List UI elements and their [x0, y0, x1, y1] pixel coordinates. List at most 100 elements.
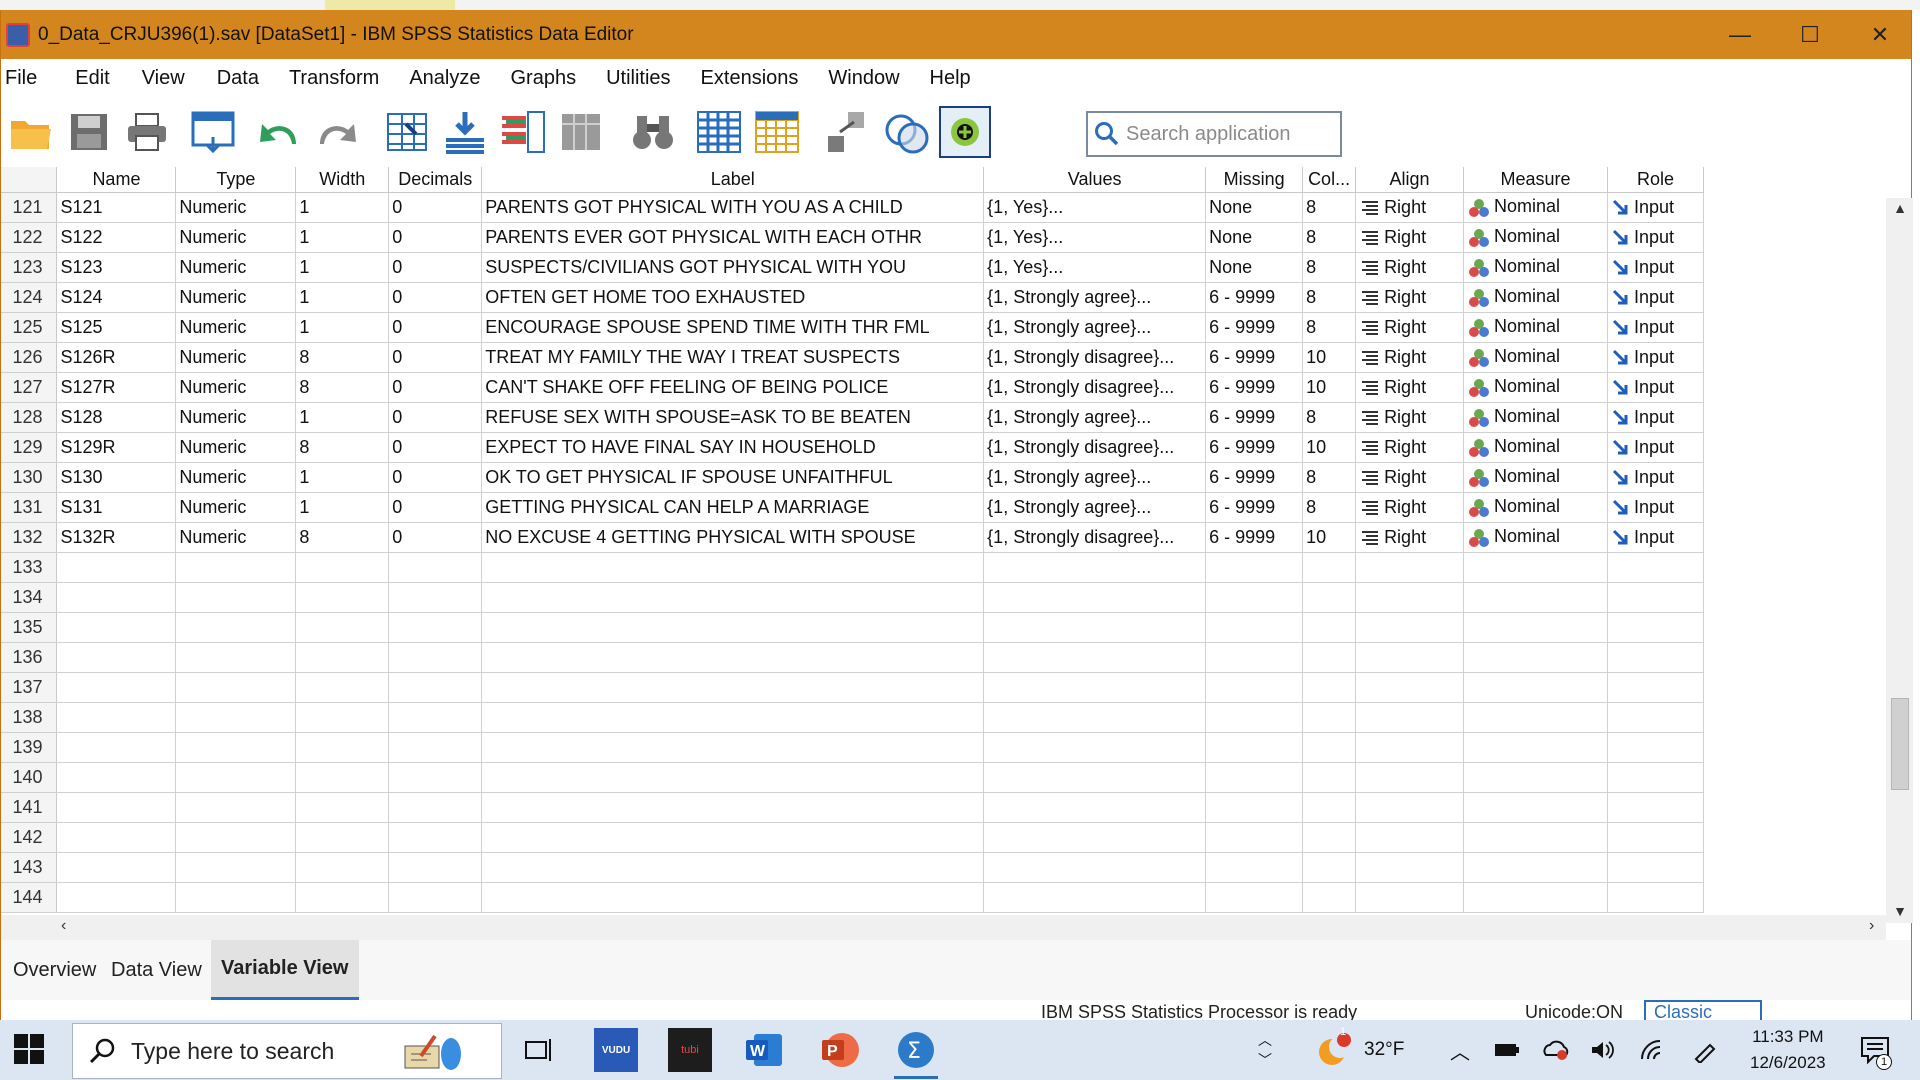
var-type-cell[interactable]: Numeric: [175, 492, 297, 523]
empty-cell[interactable]: [983, 852, 1207, 883]
var-role-cell[interactable]: Input: [1607, 192, 1704, 223]
var-measure-cell[interactable]: Nominal: [1463, 492, 1608, 523]
var-type-cell[interactable]: Numeric: [175, 192, 297, 223]
var-values-cell[interactable]: {1, Strongly agree}...: [983, 312, 1207, 343]
empty-cell[interactable]: [983, 762, 1207, 793]
variables-icon[interactable]: [497, 106, 549, 158]
var-columns-cell[interactable]: 10: [1302, 342, 1357, 373]
word-icon[interactable]: W: [742, 1028, 786, 1072]
empty-cell[interactable]: [175, 702, 297, 733]
menu-help[interactable]: Help: [928, 67, 971, 90]
scroll-down-arrow-icon[interactable]: ▼: [1892, 903, 1908, 919]
empty-cell[interactable]: [481, 582, 985, 613]
empty-cell[interactable]: [175, 612, 297, 643]
empty-cell[interactable]: [1205, 612, 1304, 643]
row-number[interactable]: 121: [1, 192, 58, 223]
empty-cell[interactable]: [388, 672, 483, 703]
empty-cell[interactable]: [1302, 552, 1357, 583]
var-missing-cell[interactable]: 6 - 9999: [1205, 342, 1304, 373]
empty-cell[interactable]: [1302, 792, 1357, 823]
empty-cell[interactable]: [1355, 852, 1465, 883]
empty-cell[interactable]: [1355, 822, 1465, 853]
battery-icon[interactable]: [1494, 1020, 1520, 1080]
scroll-right-arrow-icon[interactable]: ›: [1869, 917, 1874, 935]
empty-cell[interactable]: [983, 732, 1207, 763]
row-number[interactable]: 138: [1, 702, 58, 733]
var-label-cell[interactable]: GETTING PHYSICAL CAN HELP A MARRIAGE: [481, 492, 985, 523]
empty-cell[interactable]: [175, 822, 297, 853]
var-width-cell[interactable]: 1: [295, 252, 390, 283]
var-name-cell[interactable]: S127R: [56, 372, 177, 403]
var-measure-cell[interactable]: Nominal: [1463, 222, 1608, 253]
vudu-icon[interactable]: VUDU: [594, 1028, 638, 1072]
var-missing-cell[interactable]: 6 - 9999: [1205, 522, 1304, 553]
var-width-cell[interactable]: 1: [295, 222, 390, 253]
var-align-cell[interactable]: Right: [1355, 372, 1465, 403]
row-number[interactable]: 136: [1, 642, 58, 673]
var-measure-cell[interactable]: Nominal: [1463, 342, 1608, 373]
var-measure-cell[interactable]: Nominal: [1463, 372, 1608, 403]
empty-cell[interactable]: [295, 852, 390, 883]
empty-cell[interactable]: [295, 762, 390, 793]
var-values-cell[interactable]: {1, Strongly disagree}...: [983, 342, 1207, 373]
empty-cell[interactable]: [1302, 762, 1357, 793]
corner-cell[interactable]: [1, 167, 58, 193]
var-label-cell[interactable]: NO EXCUSE 4 GETTING PHYSICAL WITH SPOUSE: [481, 522, 985, 553]
var-decimals-cell[interactable]: 0: [388, 372, 483, 403]
empty-cell[interactable]: [1607, 702, 1704, 733]
menu-extensions[interactable]: Extensions: [699, 67, 799, 90]
empty-cell[interactable]: [983, 582, 1207, 613]
empty-cell[interactable]: [388, 882, 483, 913]
empty-cell[interactable]: [481, 822, 985, 853]
empty-cell[interactable]: [1355, 702, 1465, 733]
var-width-cell[interactable]: 1: [295, 462, 390, 493]
var-decimals-cell[interactable]: 0: [388, 222, 483, 253]
empty-cell[interactable]: [56, 552, 177, 583]
windows-start-icon[interactable]: [14, 1034, 46, 1066]
menu-edit[interactable]: Edit: [73, 67, 109, 90]
empty-cell[interactable]: [1355, 642, 1465, 673]
empty-cell[interactable]: [481, 852, 985, 883]
var-width-cell[interactable]: 8: [295, 432, 390, 463]
empty-cell[interactable]: [388, 552, 483, 583]
empty-cell[interactable]: [1607, 822, 1704, 853]
var-columns-cell[interactable]: 8: [1302, 282, 1357, 313]
col-header-label[interactable]: Label: [481, 167, 985, 193]
empty-cell[interactable]: [1463, 792, 1608, 823]
show-hidden-icons-icon[interactable]: ︿: [1450, 1020, 1470, 1080]
empty-cell[interactable]: [56, 642, 177, 673]
var-decimals-cell[interactable]: 0: [388, 462, 483, 493]
empty-cell[interactable]: [1355, 792, 1465, 823]
var-role-cell[interactable]: Input: [1607, 492, 1704, 523]
var-label-cell[interactable]: OK TO GET PHYSICAL IF SPOUSE UNFAITHFUL: [481, 462, 985, 493]
wifi-icon[interactable]: [1640, 1020, 1666, 1080]
row-number[interactable]: 129: [1, 432, 58, 463]
empty-cell[interactable]: [481, 882, 985, 913]
var-name-cell[interactable]: S129R: [56, 432, 177, 463]
var-measure-cell[interactable]: Nominal: [1463, 192, 1608, 223]
row-number[interactable]: 140: [1, 762, 58, 793]
empty-cell[interactable]: [388, 612, 483, 643]
var-width-cell[interactable]: 1: [295, 282, 390, 313]
var-values-cell[interactable]: {1, Strongly agree}...: [983, 462, 1207, 493]
empty-cell[interactable]: [175, 732, 297, 763]
col-header-type[interactable]: Type: [175, 167, 297, 193]
empty-cell[interactable]: [295, 672, 390, 703]
empty-cell[interactable]: [1607, 552, 1704, 583]
var-label-cell[interactable]: EXPECT TO HAVE FINAL SAY IN HOUSEHOLD: [481, 432, 985, 463]
empty-cell[interactable]: [175, 582, 297, 613]
empty-cell[interactable]: [1355, 582, 1465, 613]
var-measure-cell[interactable]: Nominal: [1463, 312, 1608, 343]
var-columns-cell[interactable]: 8: [1302, 222, 1357, 253]
var-align-cell[interactable]: Right: [1355, 462, 1465, 493]
row-number[interactable]: 126: [1, 342, 58, 373]
empty-cell[interactable]: [56, 612, 177, 643]
insert-variable-icon[interactable]: [751, 106, 803, 158]
empty-cell[interactable]: [1302, 852, 1357, 883]
var-type-cell[interactable]: Numeric: [175, 252, 297, 283]
col-header-measure[interactable]: Measure: [1463, 167, 1608, 193]
empty-cell[interactable]: [481, 642, 985, 673]
var-label-cell[interactable]: CAN'T SHAKE OFF FEELING OF BEING POLICE: [481, 372, 985, 403]
col-header-name[interactable]: Name: [56, 167, 177, 193]
row-number[interactable]: 127: [1, 372, 58, 403]
